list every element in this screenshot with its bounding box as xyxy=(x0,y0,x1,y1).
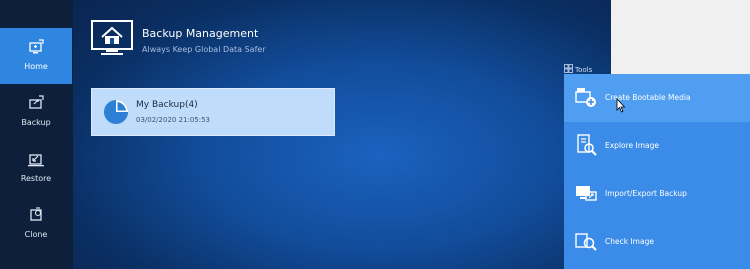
backup-icon xyxy=(29,95,44,109)
mouse-cursor-icon xyxy=(616,98,626,113)
tool-create-bootable-media[interactable]: Create Bootable Media xyxy=(564,74,750,122)
tool-check-image[interactable]: Check Image xyxy=(564,218,750,266)
explore-image-icon xyxy=(577,134,597,156)
tool-label: Import/Export Backup xyxy=(605,189,687,198)
clone-icon xyxy=(30,207,42,221)
sidebar-item-label: Backup xyxy=(21,118,51,127)
tools-label-text: Tools xyxy=(575,66,593,74)
sidebar-item-label: Restore xyxy=(20,174,52,183)
backup-card[interactable]: My Backup(4) 03/02/2020 21:05:53 xyxy=(91,88,335,136)
tool-explore-image[interactable]: Explore Image xyxy=(564,122,750,170)
sidebar-item-label: Clone xyxy=(24,230,48,239)
page-subtitle: Always Keep Global Data Safer xyxy=(142,45,266,54)
bootable-media-icon xyxy=(575,88,596,107)
main-window: Home Backup Restore Clone Backup Managem… xyxy=(0,0,611,269)
sidebar-item-restore[interactable]: Restore xyxy=(0,140,72,196)
sidebar-item-clone[interactable]: Clone xyxy=(0,196,72,252)
tool-import-export-backup[interactable]: Import/Export Backup xyxy=(564,170,750,218)
home-monitor-icon xyxy=(91,20,133,55)
check-image-icon xyxy=(575,233,597,251)
grid-icon xyxy=(564,64,573,73)
sidebar-item-label: Home xyxy=(24,62,48,71)
home-icon xyxy=(29,39,44,54)
sidebar-item-backup[interactable]: Backup xyxy=(0,84,72,140)
sidebar: Home Backup Restore Clone xyxy=(0,0,73,269)
tool-label: Explore Image xyxy=(605,141,660,150)
sidebar-item-home[interactable]: Home xyxy=(0,28,72,84)
restore-icon xyxy=(28,154,44,167)
pie-chart-icon xyxy=(104,100,128,124)
backup-name: My Backup(4) xyxy=(136,100,198,110)
backup-date: 03/02/2020 21:05:53 xyxy=(136,116,211,124)
page-title: Backup Management xyxy=(142,27,259,40)
tool-label: Check Image xyxy=(605,237,654,246)
import-export-icon xyxy=(576,186,597,201)
tools-menu: Create Bootable Media Explore Image Impo… xyxy=(564,74,750,269)
